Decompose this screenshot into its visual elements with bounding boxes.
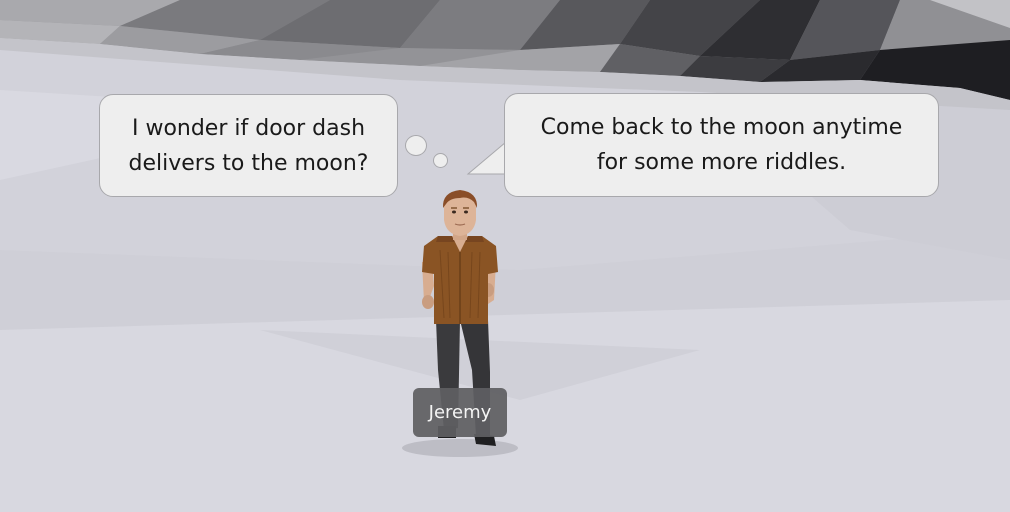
player-name: Jeremy: [428, 402, 492, 423]
thought-bubble-line: I wonder if door dash: [131, 115, 366, 141]
thought-bubble-line: delivers to the moon?: [128, 150, 369, 176]
speech-bubble-line: for some more riddles.: [596, 150, 847, 175]
thought-dot-large: [405, 135, 427, 156]
speech-bubble-tail: [466, 141, 507, 175]
player-name-tag: Jeremy: [413, 388, 507, 437]
speech-bubble-line: Come back to the moon anytime: [540, 115, 903, 140]
thought-bubble-text: I wonder if door dash delivers to the mo…: [129, 111, 369, 181]
thought-bubble: I wonder if door dash delivers to the mo…: [99, 94, 398, 197]
speech-bubble-text: Come back to the moon anytime for some m…: [541, 110, 903, 180]
avatar-shadow: [402, 439, 518, 457]
speech-bubble: Come back to the moon anytime for some m…: [504, 93, 939, 197]
thought-dot-small: [433, 153, 448, 168]
